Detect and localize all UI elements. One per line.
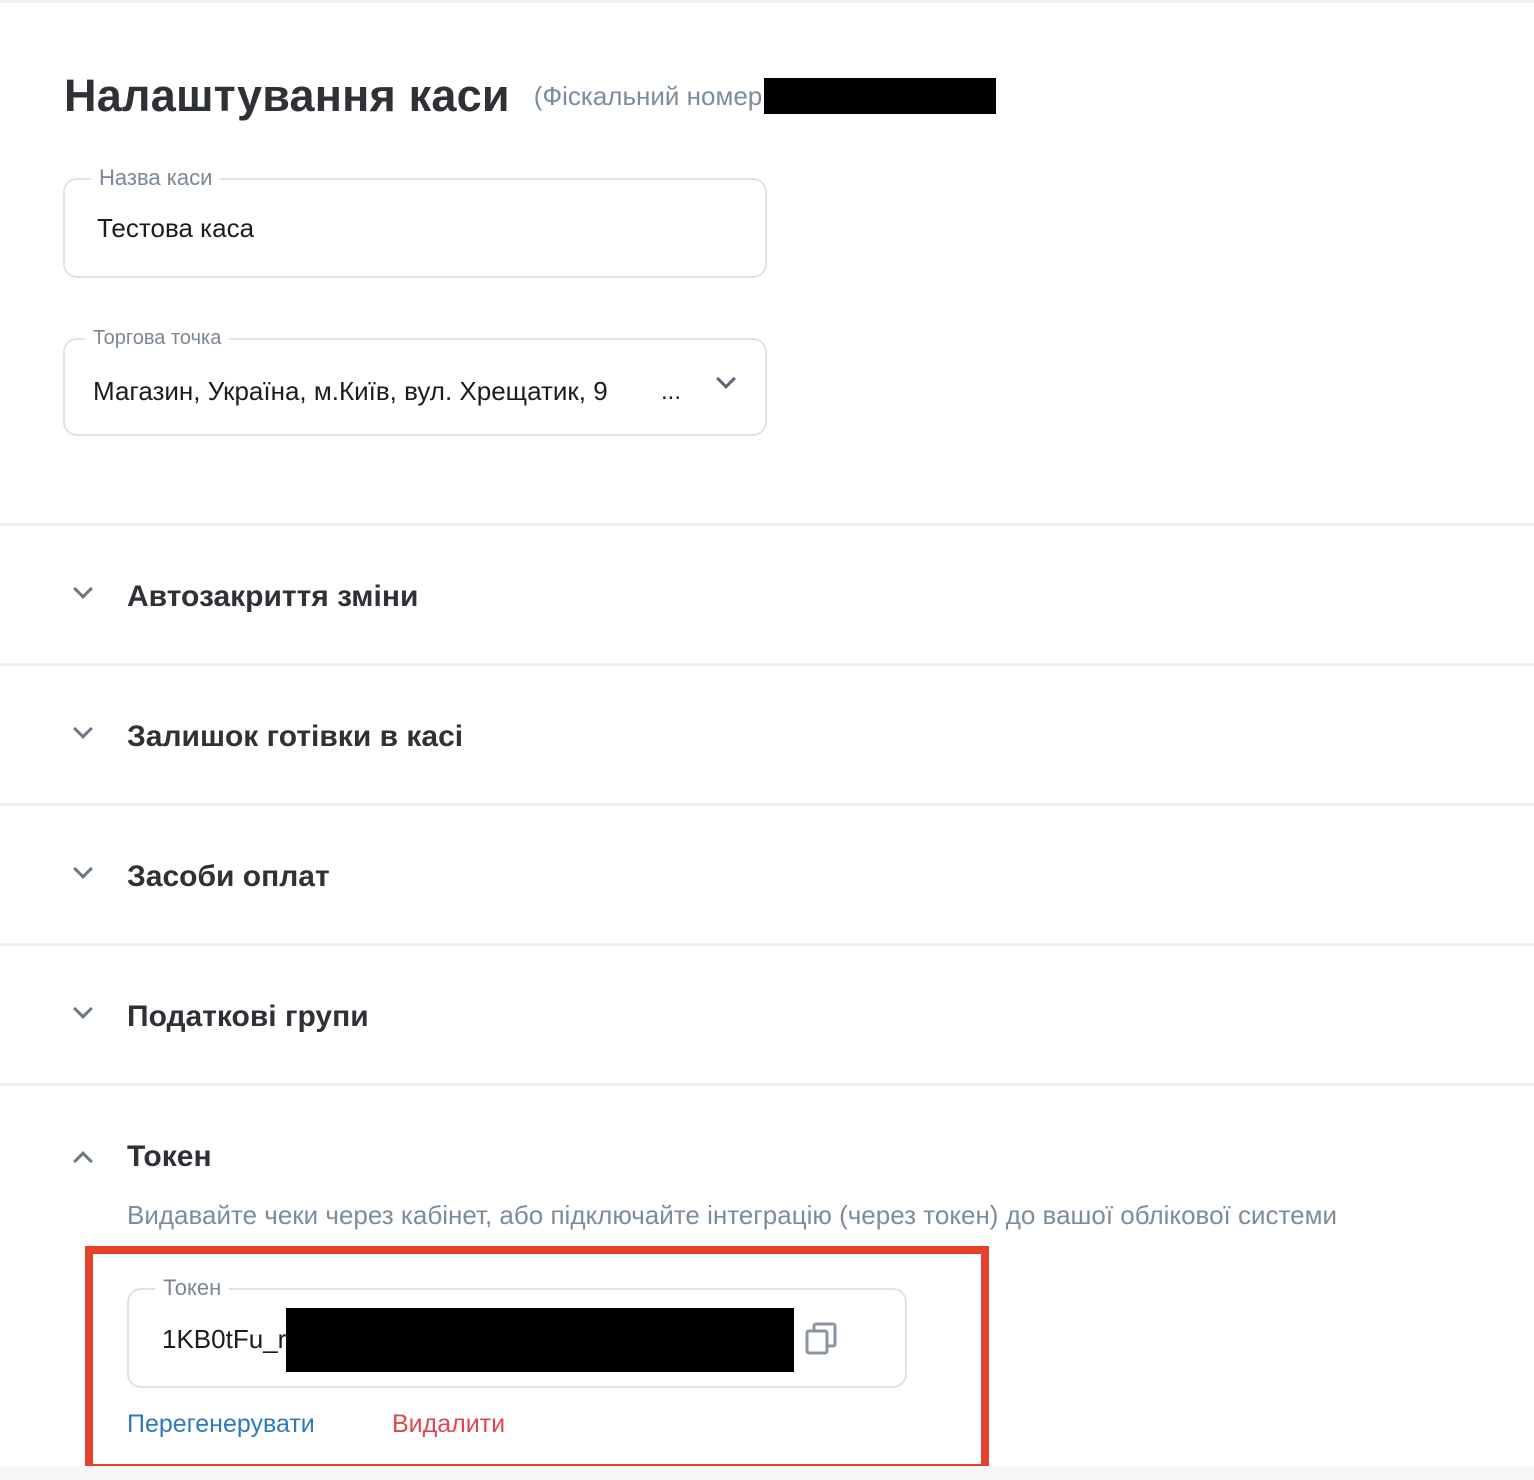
section-auto-close-shift[interactable]: Автозакриття зміни — [0, 562, 1534, 632]
bottom-edge — [0, 1466, 1534, 1480]
section-title[interactable]: Автозакриття зміни — [127, 580, 418, 614]
chevron-up-icon[interactable] — [73, 1151, 93, 1171]
section-divider — [0, 663, 1534, 666]
token-description: Видавайте чеки через кабінет, або підклю… — [127, 1200, 1337, 1230]
shop-select-label: Торгова точка — [85, 324, 230, 352]
section-payment-methods[interactable]: Засоби оплат — [0, 842, 1534, 912]
shop-select[interactable]: Торгова точка Магазин, Україна, м.Київ, … — [63, 324, 767, 436]
cash-name-label: Назва каси — [91, 164, 221, 192]
section-divider — [0, 523, 1534, 526]
shop-select-ellipsis: ... — [661, 378, 682, 405]
chevron-down-icon[interactable] — [716, 369, 736, 389]
regenerate-button[interactable]: Перегенерувати — [127, 1410, 315, 1439]
token-value[interactable]: 1KB0tFu_r — [162, 1324, 286, 1355]
fiscal-number-redaction — [764, 78, 997, 114]
fiscal-number-label: (Фіскальний номер — [533, 80, 763, 111]
section-title[interactable]: Засоби оплат — [127, 860, 330, 894]
token-redaction — [286, 1308, 794, 1372]
cash-name-field[interactable]: Назва каси Тестова каса — [63, 164, 767, 278]
chevron-down-icon[interactable] — [73, 579, 93, 599]
section-tax-groups[interactable]: Податкові групи — [0, 982, 1534, 1052]
page-header: Налаштування каси (Фіскальний номер — [64, 64, 997, 128]
chevron-down-icon[interactable] — [73, 859, 93, 879]
section-divider — [0, 1083, 1534, 1086]
cash-name-input[interactable]: Тестова каса — [97, 213, 254, 244]
section-token[interactable]: Токен — [0, 1122, 1534, 1192]
section-cash-balance[interactable]: Залишок готівки в касі — [0, 702, 1534, 772]
chevron-down-icon[interactable] — [73, 999, 93, 1019]
chevron-down-icon[interactable] — [73, 719, 93, 739]
shop-select-value: Магазин, Україна, м.Київ, вул. Хрещатик,… — [93, 376, 608, 406]
section-title[interactable]: Податкові групи — [127, 1000, 369, 1034]
section-title[interactable]: Залишок готівки в касі — [127, 720, 463, 754]
delete-button[interactable]: Видалити — [392, 1410, 505, 1439]
copy-icon[interactable] — [805, 1322, 837, 1356]
top-divider — [0, 0, 1534, 3]
section-divider — [0, 943, 1534, 946]
token-field-label: Токен — [155, 1274, 230, 1302]
section-divider — [0, 803, 1534, 806]
token-field[interactable]: Токен 1KB0tFu_r — [127, 1274, 907, 1388]
section-title[interactable]: Токен — [127, 1140, 212, 1174]
fiscal-number: (Фіскальний номер — [534, 78, 997, 114]
page-title: Налаштування каси — [64, 70, 510, 121]
